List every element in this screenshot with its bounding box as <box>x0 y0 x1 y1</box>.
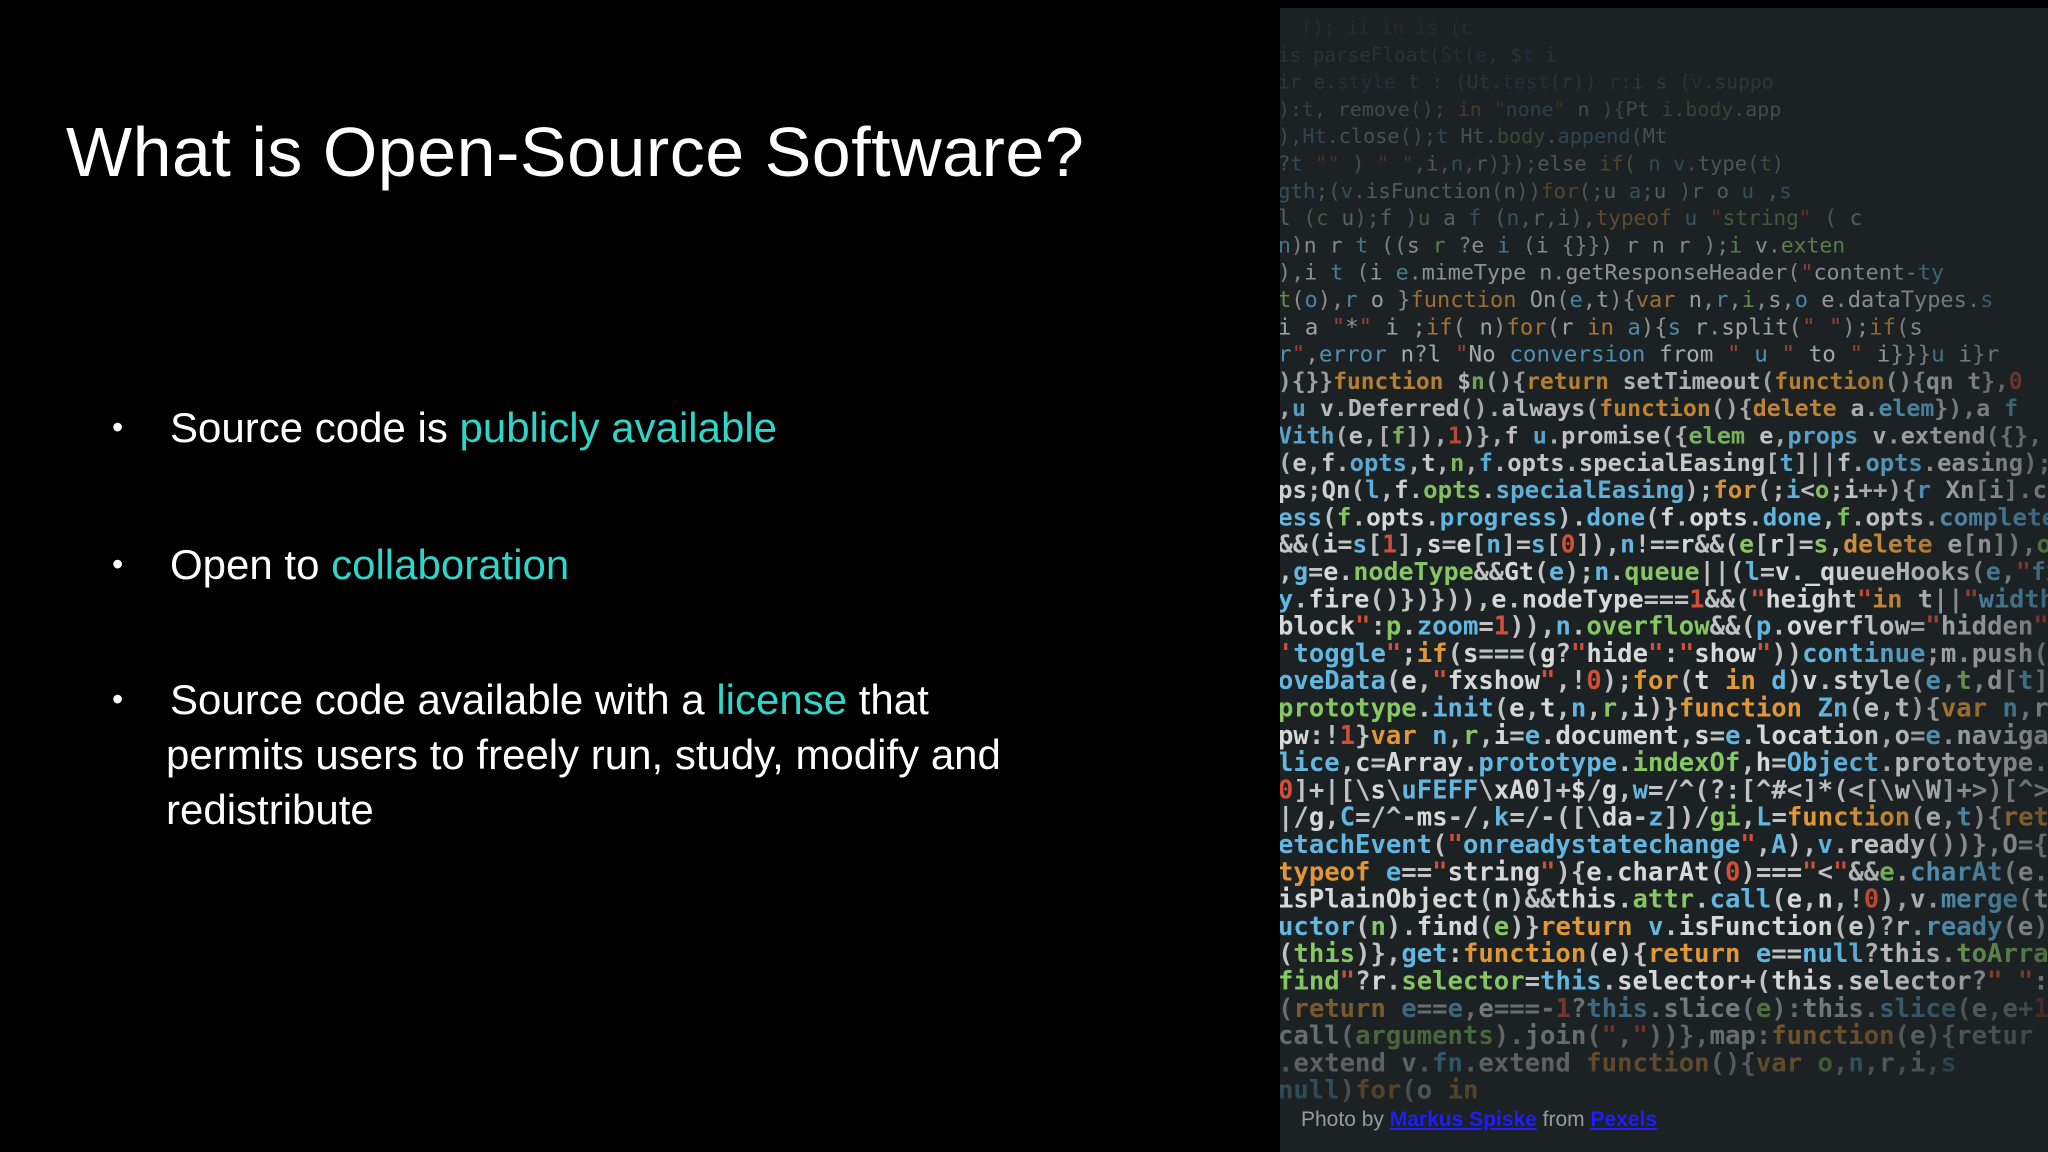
credit-author-link[interactable]: Markus Spiske <box>1390 1108 1537 1131</box>
bullet-text: Source code is <box>170 404 460 451</box>
bullet-text: Open to <box>170 541 332 588</box>
photo-vignette <box>1280 8 2048 1152</box>
slide-title: What is Open-Source Software? <box>66 113 1085 191</box>
credit-prefix: Photo by <box>1301 1108 1390 1131</box>
bullet-item: • Open to collaboration <box>112 537 1280 592</box>
bullet-marker: • <box>112 681 124 717</box>
bullet-marker: • <box>112 546 124 582</box>
slide: What is Open-Source Software? • Source c… <box>0 0 2048 1152</box>
bullet-line-3: redistribute <box>166 786 374 833</box>
code-photo-image: ' f); ii in is (c is parseFloat(St(e, $t… <box>1280 8 2048 1152</box>
code-photo: ' f); ii in is (c is parseFloat(St(e, $t… <box>1280 8 2048 1152</box>
bullet-item: • Source code is publicly available <box>112 400 1280 455</box>
bullet-line-1: Source code available with a license tha… <box>170 672 1280 727</box>
bullet-text: Source code available with a <box>170 676 717 723</box>
credit-source-link[interactable]: Pexels <box>1590 1108 1657 1131</box>
bullet-highlight: publicly available <box>459 404 778 451</box>
photo-credit: Photo by Markus Spiske from Pexels <box>1301 1108 1657 1132</box>
bullet-text: that <box>847 676 929 723</box>
bullet-line-2: permits users to freely run, study, modi… <box>166 731 1001 778</box>
bullet-marker: • <box>112 409 124 445</box>
bullet-item: • Source code available with a license t… <box>112 672 1280 837</box>
credit-mid: from <box>1536 1108 1591 1131</box>
bullet-highlight: collaboration <box>331 541 570 588</box>
bullet-highlight: license <box>716 676 848 723</box>
